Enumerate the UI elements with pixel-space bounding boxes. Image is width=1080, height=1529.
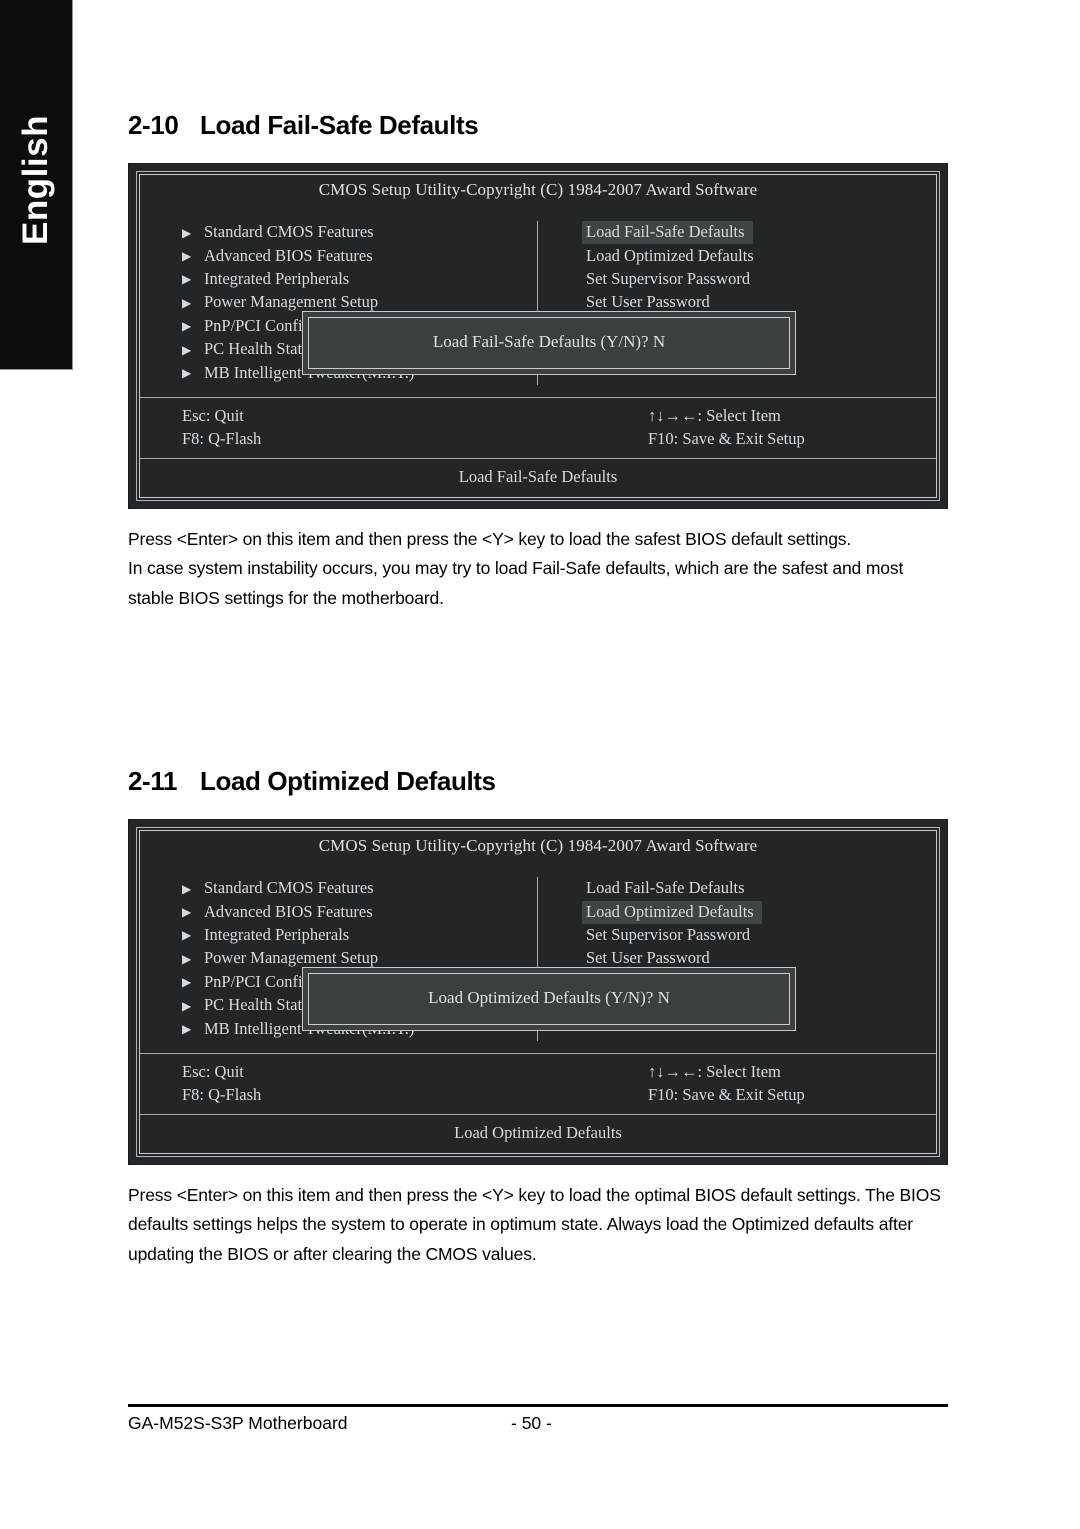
- triangle-right-icon: ▶: [182, 295, 192, 310]
- section-number: 2-10: [128, 110, 179, 140]
- bios-key-hint: Esc: Quit: [182, 1061, 244, 1081]
- bios-outer-frame: CMOS Setup Utility-Copyright (C) 1984-20…: [136, 171, 940, 501]
- bios-menu-item-selected[interactable]: Load Fail-Safe Defaults: [582, 221, 936, 245]
- section-2-10: 2-10 Load Fail-Safe Defaults CMOS Setup …: [128, 110, 958, 613]
- page-footer: GA-M52S-S3P Motherboard - 50 -: [128, 1404, 948, 1439]
- bios-inner-frame: CMOS Setup Utility-Copyright (C) 1984-20…: [139, 174, 937, 498]
- bios-menu-item-label: Load Optimized Defaults: [582, 900, 762, 924]
- confirm-dialog-message: Load Fail-Safe Defaults (Y/N)? N: [308, 317, 790, 369]
- section-2-11: 2-11 Load Optimized Defaults CMOS Setup …: [128, 766, 958, 1269]
- bios-key-hint: F8: Q-Flash: [182, 1085, 262, 1105]
- bios-screenshot-fail-safe: CMOS Setup Utility-Copyright (C) 1984-20…: [128, 163, 948, 509]
- triangle-right-icon: ▶: [182, 1022, 192, 1037]
- bios-key-hint: F8: Q-Flash: [182, 429, 262, 449]
- bios-screenshot-optimized: CMOS Setup Utility-Copyright (C) 1984-20…: [128, 819, 948, 1165]
- bios-key-hint: ↑↓→←: Select Item: [648, 405, 781, 425]
- language-tab-label: English: [16, 115, 55, 245]
- bios-menu-item[interactable]: Load Fail-Safe Defaults: [582, 877, 936, 900]
- section-title: Load Fail-Safe Defaults: [200, 110, 479, 140]
- bios-menu-item-label: Integrated Peripherals: [204, 268, 350, 288]
- bios-key-hint: ↑↓→←: Select Item: [648, 1061, 781, 1081]
- triangle-right-icon: ▶: [182, 928, 192, 943]
- bios-menu-item-label: Standard CMOS Features: [204, 222, 374, 242]
- bios-menu-item-label: Standard CMOS Features: [204, 878, 374, 898]
- triangle-right-icon: ▶: [182, 319, 192, 334]
- triangle-right-icon: ▶: [182, 951, 192, 966]
- bios-menu-item-label: Load Fail-Safe Defaults: [582, 221, 753, 245]
- section-heading-2-11: 2-11 Load Optimized Defaults: [128, 766, 958, 797]
- bios-menu-item[interactable]: Load Optimized Defaults: [582, 244, 936, 267]
- triangle-right-icon: ▶: [182, 272, 192, 287]
- bios-status-bar: Load Fail-Safe Defaults: [458, 466, 618, 486]
- paragraph-2-11: Press <Enter> on this item and then pres…: [128, 1184, 941, 1264]
- bios-menu-item-label: Set Supervisor Password: [586, 924, 751, 944]
- bios-menu-item[interactable]: Set Supervisor Password: [582, 924, 936, 947]
- bios-key-legend: Esc: Quit F8: Q-Flash ↑↓→←: Select Item …: [140, 398, 936, 459]
- bios-key-hint: Esc: Quit: [182, 405, 244, 425]
- paragraph-2-10-a: Press <Enter> on this item and then pres…: [128, 528, 852, 549]
- footer-divider: [128, 1404, 948, 1407]
- bios-title-bar: CMOS Setup Utility-Copyright (C) 1984-20…: [318, 180, 758, 199]
- manual-page: English 2-10 Load Fail-Safe Defaults CMO…: [0, 0, 1080, 1529]
- confirm-dialog-message: Load Optimized Defaults (Y/N)? N: [308, 973, 790, 1025]
- confirm-dialog-fail-safe[interactable]: Load Fail-Safe Defaults (Y/N)? N: [302, 311, 796, 375]
- bios-outer-frame: CMOS Setup Utility-Copyright (C) 1984-20…: [136, 827, 940, 1157]
- bios-menu-area: ▶ Standard CMOS Features ▶ Advanced BIOS F…: [140, 867, 936, 1054]
- bios-key-hint: F10: Save & Exit Setup: [648, 429, 805, 449]
- triangle-right-icon: ▶: [182, 998, 192, 1013]
- bios-menu-item-label: Load Fail-Safe Defaults: [586, 878, 745, 898]
- section-heading-2-10: 2-10 Load Fail-Safe Defaults: [128, 110, 958, 141]
- bios-menu-item-selected[interactable]: Load Optimized Defaults: [582, 900, 936, 924]
- footer-model-name: GA-M52S-S3P Motherboard: [128, 1413, 348, 1433]
- bios-menu-item-label: Load Optimized Defaults: [586, 245, 754, 265]
- bios-menu-item[interactable]: ▶ Standard CMOS Features: [182, 877, 537, 900]
- bios-menu-area: ▶ Standard CMOS Features ▶ Advanced BIOS F…: [140, 211, 936, 398]
- confirm-dialog-optimized[interactable]: Load Optimized Defaults (Y/N)? N: [302, 967, 796, 1031]
- triangle-right-icon: ▶: [182, 881, 192, 896]
- bios-key-legend-right: ↑↓→←: Select Item F10: Save & Exit Setup: [538, 404, 936, 451]
- triangle-right-icon: ▶: [182, 975, 192, 990]
- bios-menu-item[interactable]: ▶ Advanced BIOS Features: [182, 900, 537, 923]
- bios-status-bar: Load Optimized Defaults: [454, 1122, 622, 1142]
- bios-menu-item[interactable]: ▶ Integrated Peripherals: [182, 268, 537, 291]
- bios-menu-item[interactable]: ▶ Integrated Peripherals: [182, 924, 537, 947]
- bios-key-legend-left: Esc: Quit F8: Q-Flash: [140, 404, 538, 451]
- bios-key-legend: Esc: Quit F8: Q-Flash ↑↓→←: Select Item …: [140, 1054, 936, 1115]
- bios-menu-item-label: Set Supervisor Password: [586, 268, 751, 288]
- triangle-right-icon: ▶: [182, 905, 192, 920]
- triangle-right-icon: ▶: [182, 366, 192, 381]
- section-number: 2-11: [128, 766, 178, 796]
- bios-menu-item-label: Advanced BIOS Features: [204, 245, 373, 265]
- paragraph-2-10-b: In case system instability occurs, you m…: [128, 558, 904, 608]
- bios-key-legend-left: Esc: Quit F8: Q-Flash: [140, 1060, 538, 1107]
- bios-menu-item[interactable]: ▶ Standard CMOS Features: [182, 221, 537, 244]
- triangle-right-icon: ▶: [182, 225, 192, 240]
- language-tab: English: [0, 0, 73, 370]
- bios-menu-item-label: Integrated Peripherals: [204, 924, 350, 944]
- bios-menu-item-label: Advanced BIOS Features: [204, 901, 373, 921]
- bios-menu-item[interactable]: Set Supervisor Password: [582, 268, 936, 291]
- triangle-right-icon: ▶: [182, 249, 192, 264]
- bios-key-legend-right: ↑↓→←: Select Item F10: Save & Exit Setup: [538, 1060, 936, 1107]
- footer-page-number: - 50 -: [511, 1413, 552, 1433]
- bios-inner-frame: CMOS Setup Utility-Copyright (C) 1984-20…: [139, 830, 937, 1154]
- footer-content: GA-M52S-S3P Motherboard - 50 -: [128, 1413, 948, 1439]
- bios-menu-item[interactable]: ▶ Advanced BIOS Features: [182, 244, 537, 267]
- bios-key-hint: F10: Save & Exit Setup: [648, 1085, 805, 1105]
- bios-title-bar: CMOS Setup Utility-Copyright (C) 1984-20…: [318, 836, 758, 855]
- triangle-right-icon: ▶: [182, 342, 192, 357]
- section-title: Load Optimized Defaults: [200, 766, 496, 796]
